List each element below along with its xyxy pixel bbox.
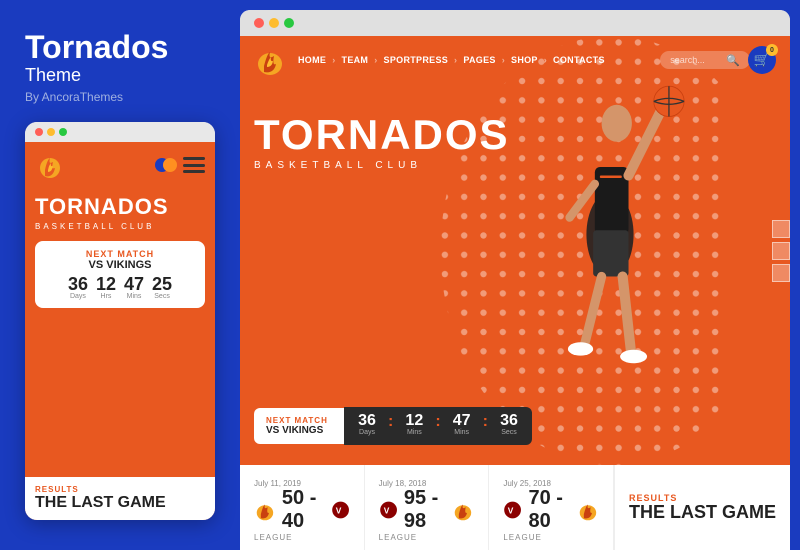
nav-link-shop[interactable]: SHOP	[511, 55, 538, 65]
team-logo-3a: V	[503, 496, 522, 524]
count-sep-1: :	[388, 413, 393, 439]
count-secs: 36 Secs	[496, 413, 522, 439]
hamburger-line-1	[183, 157, 205, 160]
game-result-card-1: July 11, 2019 50 - 40 V League	[240, 465, 365, 550]
game-result-card-3: July 25, 2018 V 70 - 80 League	[489, 465, 614, 550]
mobile-count-mins: 47 Mins	[124, 275, 144, 300]
result-score-2: 95 - 98	[404, 487, 447, 533]
countdown-strip: 36 Days : 12 Mins : 47 Mins : 36	[344, 407, 532, 445]
team-logo-1a	[254, 494, 276, 526]
svg-text:V: V	[335, 506, 341, 516]
result-score-3: 70 - 80	[529, 487, 572, 533]
nav-link-home[interactable]: HOME	[298, 55, 326, 65]
last-game-title: THE LAST GAME	[629, 503, 776, 523]
team-logo-2a: V	[379, 496, 398, 524]
result-score-1: 50 - 40	[282, 487, 325, 533]
desktop-dot-green	[284, 18, 294, 28]
mobile-nav	[25, 142, 215, 188]
desktop-logo-icon	[254, 44, 286, 76]
sidebar-dot-3[interactable]	[772, 264, 790, 282]
sidebar-dot-2[interactable]	[772, 242, 790, 260]
nav-link-team[interactable]: TEAM	[342, 55, 369, 65]
result-teams-3: V 70 - 80	[503, 487, 599, 533]
nav-link-pages[interactable]: PAGES	[463, 55, 495, 65]
mobile-mockup: TORNADOS BASKETBALL CLUB NEXT MATCH VS V…	[25, 122, 215, 520]
svg-text:V: V	[383, 506, 389, 516]
mobile-count-days: 36 Days	[68, 275, 88, 300]
brand-by: By AncoraThemes	[25, 90, 215, 104]
result-card-inner-2: July 18, 2018 V 95 - 98 League	[379, 473, 475, 542]
mobile-count-secs: 25 Secs	[152, 275, 172, 300]
mobile-logo-icon	[35, 150, 65, 180]
result-date-1: July 11, 2019	[254, 479, 301, 488]
mobile-count-hrs: 12 Hrs	[96, 275, 116, 300]
desktop-results-row: July 11, 2019 50 - 40 V League	[240, 465, 790, 550]
result-teams-1: 50 - 40 V	[254, 487, 350, 533]
nav-link-sportpress[interactable]: SPORTPRESS	[384, 55, 449, 65]
player-figure	[510, 66, 710, 386]
sidebar-dot-1[interactable]	[772, 220, 790, 238]
result-teams-2: V 95 - 98	[379, 487, 475, 533]
mobile-results-bar: RESULTS THE LAST GAME	[25, 477, 215, 520]
result-card-inner-3: July 25, 2018 V 70 - 80 League	[503, 473, 599, 542]
count-sep-2: :	[435, 413, 440, 439]
desktop-top-bar	[240, 10, 790, 36]
team-logo-3b	[577, 494, 599, 526]
result-type-1: League	[254, 533, 350, 542]
game-result-card-2: July 18, 2018 V 95 - 98 League	[365, 465, 490, 550]
next-match-vs: VS VIKINGS	[266, 425, 332, 436]
mobile-nav-right	[155, 157, 205, 173]
mobile-countdown: 36 Days 12 Hrs 47 Mins 25 Secs	[45, 275, 195, 300]
team-logo-2b	[452, 494, 474, 526]
mobile-match-box: NEXT MATCH VS VIKINGS 36 Days 12 Hrs 47 …	[35, 241, 205, 308]
mobile-results-tag: RESULTS	[35, 485, 205, 494]
search-button[interactable]: 🔍	[726, 54, 740, 67]
next-match-label-box: NEXT MATCH VS VIKINGS	[254, 408, 344, 444]
next-match-tag: NEXT MATCH	[266, 416, 332, 425]
result-card-inner-1: July 11, 2019 50 - 40 V League	[254, 473, 350, 542]
mobile-dot-yellow	[47, 128, 55, 136]
result-type-2: League	[379, 533, 475, 542]
mobile-match-vs: VS VIKINGS	[45, 259, 195, 271]
count-days: 36 Days	[354, 413, 380, 439]
hamburger-line-2	[183, 164, 205, 167]
mobile-match-label: NEXT MATCH	[45, 249, 195, 259]
svg-text:V: V	[508, 506, 514, 516]
cart-icon-wrap[interactable]: 🛒 0	[748, 46, 776, 74]
mobile-content: TORNADOS BASKETBALL CLUB NEXT MATCH VS V…	[25, 142, 215, 520]
sidebar-dots[interactable]	[772, 220, 790, 282]
right-panel: HOME › TEAM › SPORTPRESS › PAGES › SHOP …	[240, 10, 790, 550]
mobile-dot-green	[59, 128, 67, 136]
count-sep-3: :	[483, 413, 488, 439]
last-game-card: RESULTS THE LAST GAME	[614, 465, 790, 550]
mobile-hero-text: TORNADOS BASKETBALL CLUB	[25, 188, 215, 235]
mobile-hero-sub: BASKETBALL CLUB	[35, 222, 205, 231]
desktop-dot-yellow	[269, 18, 279, 28]
nav-link-contacts[interactable]: CONTACTS	[553, 55, 605, 65]
count-mins: 47 Mins	[449, 413, 475, 439]
desktop-content: HOME › TEAM › SPORTPRESS › PAGES › SHOP …	[240, 36, 790, 550]
hamburger-icon[interactable]	[183, 157, 205, 173]
result-date-2: July 18, 2018	[379, 479, 427, 488]
count-hrs: 12 Mins	[401, 413, 427, 439]
brand-title: Tornados	[25, 30, 215, 65]
hamburger-line-3	[183, 170, 205, 173]
desktop-nav-links: HOME › TEAM › SPORTPRESS › PAGES › SHOP …	[298, 55, 660, 65]
desktop-dot-red	[254, 18, 264, 28]
next-match-banner: NEXT MATCH VS VIKINGS 36 Days : 12 Mins …	[254, 407, 532, 445]
mobile-dot-red	[35, 128, 43, 136]
mobile-hero-title: TORNADOS	[35, 194, 205, 220]
result-date-3: July 25, 2018	[503, 479, 551, 488]
nav-circle-orange	[163, 158, 177, 172]
team-logo-1b: V	[331, 496, 350, 524]
brand-subtitle: Theme	[25, 65, 215, 86]
mobile-top-bar	[25, 122, 215, 142]
cart-badge: 0	[766, 44, 778, 56]
mobile-results-title: THE LAST GAME	[35, 494, 205, 512]
desktop-hero: HOME › TEAM › SPORTPRESS › PAGES › SHOP …	[240, 36, 790, 465]
left-panel: Tornados Theme By AncoraThemes	[0, 0, 240, 550]
result-type-3: League	[503, 533, 599, 542]
